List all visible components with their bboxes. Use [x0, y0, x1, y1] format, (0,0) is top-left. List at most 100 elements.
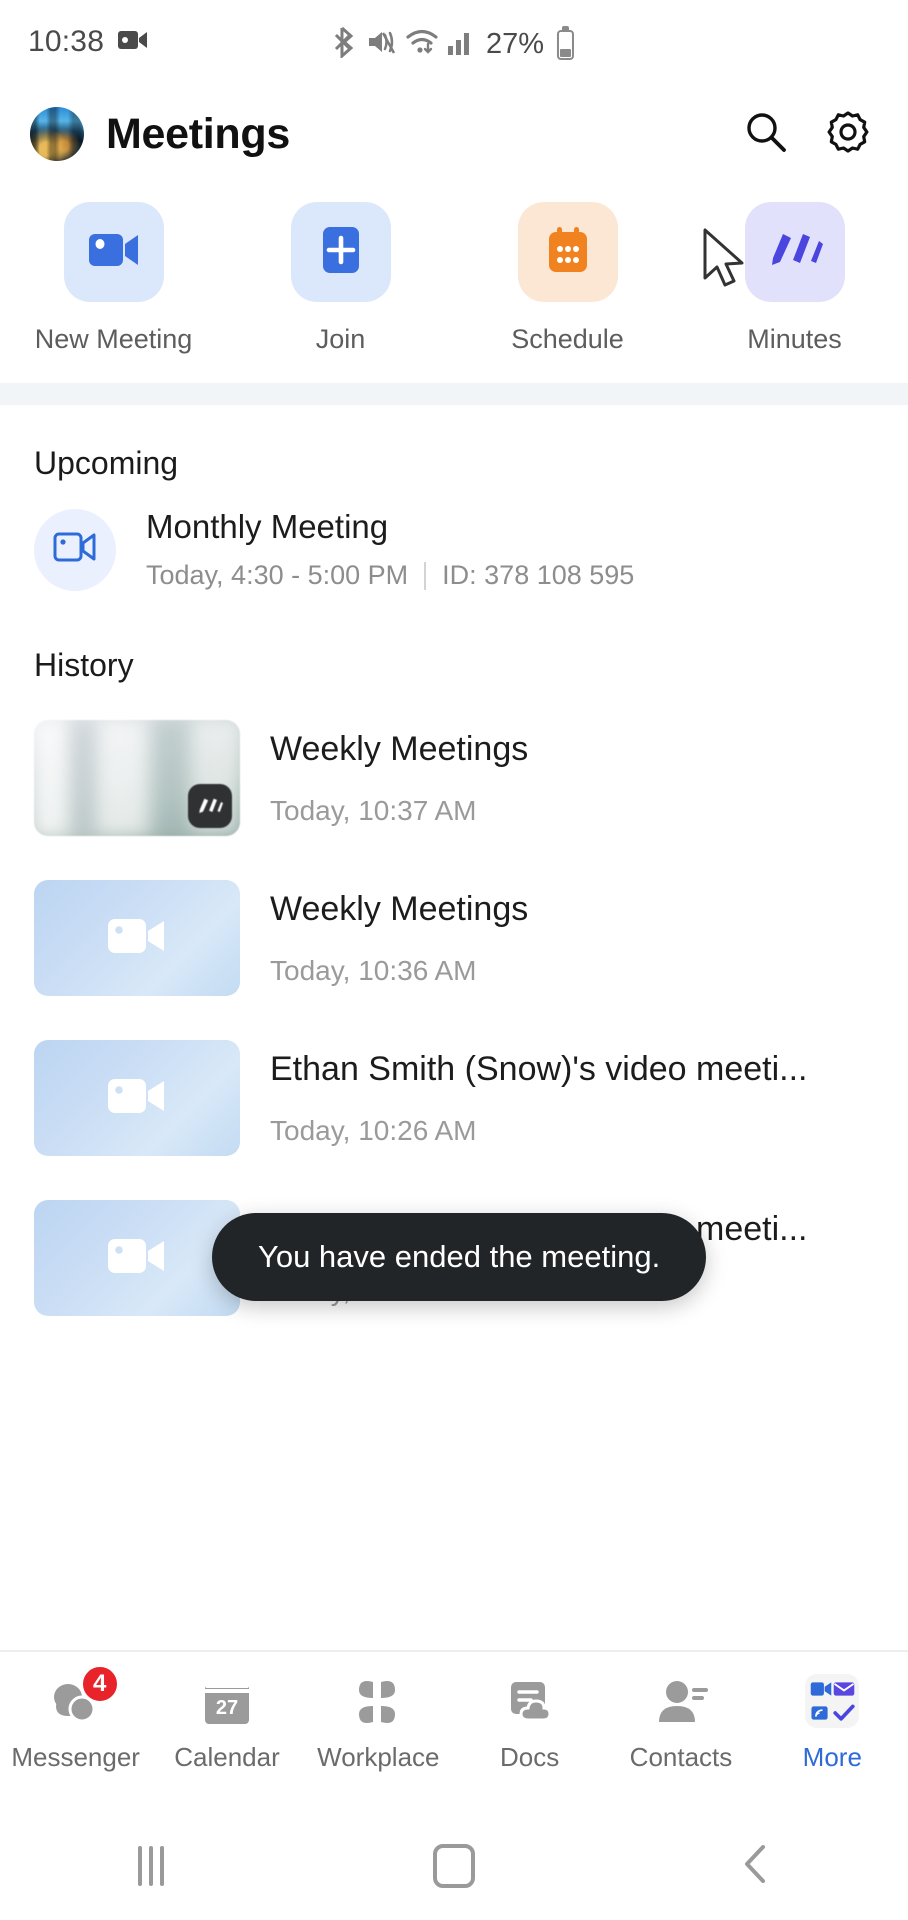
upcoming-text: Monthly Meeting Today, 4:30 - 5:00 PM ID… [146, 508, 634, 591]
home-button[interactable] [303, 1844, 606, 1888]
meta-divider [424, 561, 427, 590]
phone-screen: 10:38 27% Meetings New Meeting Join Sche… [0, 0, 908, 1920]
search-icon [742, 108, 790, 161]
battery-icon [557, 25, 575, 60]
docs-cloud-icon [503, 1670, 557, 1728]
video-camera-icon [106, 1073, 168, 1124]
history-item-time: Today, 10:37 AM [270, 794, 477, 826]
meeting-thumbnail[interactable] [34, 1040, 240, 1156]
page-title: Meetings [106, 109, 290, 158]
nav-label: More [802, 1742, 862, 1772]
video-camera-icon [88, 230, 140, 275]
messenger-icon: 4 [46, 1664, 120, 1728]
history-list-item[interactable]: Weekly Meetings Today, 10:37 AM [34, 698, 874, 858]
upcoming-id: ID: 378 108 595 [442, 560, 635, 590]
meeting-thumbnail[interactable] [34, 1200, 240, 1316]
contacts-person-icon [654, 1670, 708, 1728]
plus-square-icon [319, 225, 363, 280]
history-item-time: Today, 10:26 AM [270, 1114, 477, 1146]
nav-item-calendar[interactable]: 27 Calendar [151, 1670, 302, 1773]
history-list-item[interactable]: Ethan Smith (Snow)'s video meeti... Toda… [34, 1018, 874, 1178]
status-bar-right: 27% [334, 25, 575, 63]
history-item-title: Ethan Smith (Snow)'s video meeti... [270, 1049, 808, 1088]
avatar[interactable] [30, 107, 84, 161]
settings-button[interactable] [818, 104, 878, 164]
workplace-grid-icon [351, 1670, 405, 1728]
mini-broadcast-icon [811, 1706, 828, 1720]
history-item-text: Ethan Smith (Snow)'s video meeti... Toda… [270, 1050, 874, 1147]
bottom-navigation: 4 Messenger 27 Calendar Workplace Docs C… [0, 1650, 908, 1812]
nav-label: Calendar [174, 1742, 280, 1772]
quick-action-label: Minutes [747, 324, 842, 354]
status-bar-left: 10:38 [28, 25, 148, 59]
status-time: 10:38 [28, 25, 105, 58]
minutes-strokes-icon [767, 228, 823, 277]
cellular-signal-icon [447, 28, 473, 61]
battery-percent: 27% [485, 28, 545, 60]
nav-label: Contacts [629, 1742, 733, 1772]
quick-action-join[interactable]: Join [227, 202, 454, 355]
nav-item-workplace[interactable]: Workplace [303, 1670, 454, 1773]
recents-button[interactable] [0, 1846, 303, 1886]
recents-icon [138, 1846, 165, 1886]
minutes-tile [744, 202, 845, 302]
upcoming-meeting-item[interactable]: Monthly Meeting Today, 4:30 - 5:00 PM ID… [0, 482, 908, 591]
nav-item-contacts[interactable]: Contacts [605, 1670, 756, 1773]
video-recording-icon [118, 29, 148, 56]
section-divider-band [0, 383, 908, 405]
schedule-tile [517, 202, 618, 302]
mini-video-icon [810, 1682, 831, 1696]
more-grid-icon [805, 1670, 860, 1728]
messenger-badge: 4 [79, 1664, 120, 1704]
video-camera-icon [106, 1233, 168, 1284]
quick-action-new-meeting[interactable]: New Meeting [0, 202, 227, 355]
mute-vibrate-icon [367, 27, 397, 62]
back-button[interactable] [605, 1841, 908, 1892]
upcoming-title: Monthly Meeting [146, 508, 389, 545]
history-item-title: Weekly Meetings [270, 729, 529, 768]
calendar-icon [545, 226, 591, 279]
video-camera-icon [53, 530, 97, 569]
upcoming-icon-wrap [34, 508, 116, 591]
nav-item-messenger[interactable]: 4 Messenger [0, 1664, 151, 1773]
quick-action-schedule[interactable]: Schedule [454, 202, 681, 355]
upcoming-time: Today, 4:30 - 5:00 PM [146, 560, 409, 590]
status-bar: 10:38 27% [0, 0, 908, 84]
nav-item-more[interactable]: More [757, 1670, 908, 1773]
system-navigation-bar [0, 1812, 908, 1920]
toast-message: You have ended the meeting. [212, 1213, 707, 1301]
wifi-icon [406, 28, 438, 61]
more-tile [805, 1674, 860, 1728]
quick-action-label: New Meeting [34, 324, 193, 354]
nav-label: Messenger [11, 1742, 140, 1772]
nav-label: Workplace [317, 1742, 440, 1772]
search-button[interactable] [736, 104, 796, 164]
back-icon [737, 1841, 777, 1892]
join-tile [290, 202, 391, 302]
quick-action-label: Schedule [511, 324, 624, 354]
app-header: Meetings [0, 84, 908, 184]
history-item-text: Weekly Meetings Today, 10:37 AM [270, 730, 874, 827]
calendar-27-icon: 27 [199, 1670, 255, 1728]
minutes-badge-icon [188, 784, 232, 828]
history-item-title: Weekly Meetings [270, 889, 529, 928]
upcoming-section-title: Upcoming [34, 445, 179, 481]
upcoming-meta: Today, 4:30 - 5:00 PM ID: 378 108 595 [146, 560, 634, 591]
mouse-cursor [701, 228, 753, 295]
quick-actions: New Meeting Join Schedule Minutes [0, 184, 908, 365]
bluetooth-icon [334, 26, 358, 63]
video-camera-icon [106, 913, 168, 964]
mini-check-icon [833, 1704, 855, 1721]
history-list-item[interactable]: Weekly Meetings Today, 10:36 AM [34, 858, 874, 1018]
gear-icon [824, 108, 872, 161]
quick-action-label: Join [315, 324, 366, 354]
history-item-time: Today, 10:36 AM [270, 954, 477, 986]
nav-label: Docs [500, 1742, 560, 1772]
nav-item-docs[interactable]: Docs [454, 1670, 605, 1773]
history-section-title: History [34, 647, 134, 683]
meeting-thumbnail[interactable] [34, 880, 240, 996]
home-icon [433, 1844, 475, 1888]
history-item-text: Weekly Meetings Today, 10:36 AM [270, 890, 874, 987]
new-meeting-tile [63, 202, 164, 302]
meeting-thumbnail[interactable] [34, 720, 240, 836]
